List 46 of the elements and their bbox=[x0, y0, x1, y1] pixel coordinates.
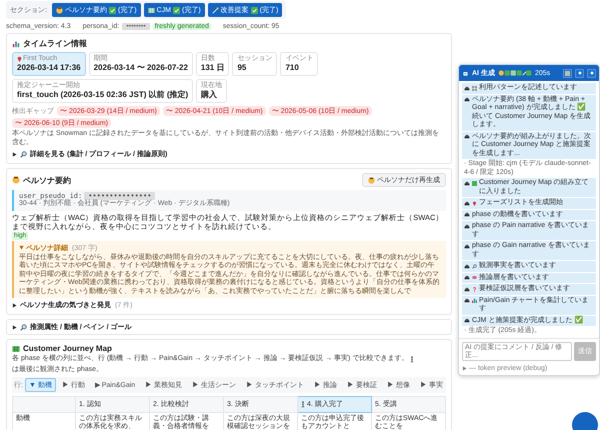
search-icon bbox=[472, 264, 477, 268]
close-button[interactable] bbox=[587, 68, 596, 78]
caret-icon bbox=[12, 152, 17, 156]
robot-icon bbox=[462, 70, 469, 76]
hat-icon bbox=[464, 318, 470, 323]
bar-chart-icon bbox=[12, 40, 20, 48]
dot-icon bbox=[578, 71, 582, 75]
walker-icon bbox=[301, 400, 305, 408]
walker-icon bbox=[410, 356, 414, 363]
panel-button[interactable] bbox=[563, 68, 572, 78]
hat-icon bbox=[464, 244, 470, 248]
hat-icon bbox=[464, 224, 470, 228]
stat-value: 710 bbox=[285, 63, 300, 73]
stat-value: first_touch (2026-03-15 02:36 JST) 以前 (推定) bbox=[17, 90, 188, 100]
question-icon bbox=[472, 286, 477, 292]
search-icon bbox=[20, 324, 27, 330]
caret-icon bbox=[12, 324, 17, 330]
bar-chart-icon bbox=[472, 298, 477, 303]
pin-icon bbox=[17, 56, 22, 62]
progress-icons-drawing bbox=[498, 70, 532, 76]
stat-value: 131 日 bbox=[200, 63, 224, 73]
hat-icon bbox=[464, 180, 470, 186]
wand-icon bbox=[212, 6, 219, 14]
hat-icon bbox=[464, 200, 470, 206]
hat-icon bbox=[464, 275, 470, 280]
stat-value: 2026-03-14 17:36 bbox=[17, 63, 81, 73]
hat-icon bbox=[464, 134, 470, 139]
hat-icon bbox=[464, 86, 470, 90]
caret-icon bbox=[19, 245, 24, 250]
card-title: ペルソナ要約 bbox=[23, 174, 71, 186]
stat-value: 95 bbox=[237, 63, 248, 73]
search-icon bbox=[20, 150, 27, 158]
pin-icon bbox=[472, 200, 477, 206]
hat-icon bbox=[464, 286, 470, 292]
stat-value: 購入 bbox=[201, 90, 218, 100]
caret-icon bbox=[462, 366, 467, 370]
hat-icon bbox=[464, 97, 470, 102]
stat-value: 2026-03-14 〜 2026-07-22 bbox=[94, 63, 188, 73]
hat-icon bbox=[464, 264, 470, 268]
dot-icon bbox=[590, 71, 594, 75]
hat-icon bbox=[464, 212, 470, 217]
card-title: Customer Journey Map bbox=[23, 344, 112, 353]
minimize-button[interactable] bbox=[575, 68, 584, 78]
card-title: タイムライン情報 bbox=[23, 38, 87, 49]
caret-icon bbox=[12, 302, 17, 308]
hat-icon bbox=[464, 298, 470, 303]
